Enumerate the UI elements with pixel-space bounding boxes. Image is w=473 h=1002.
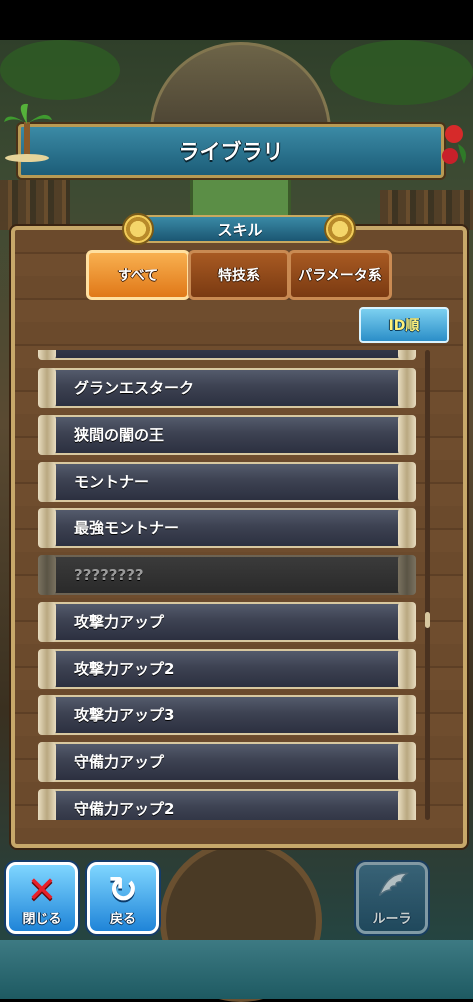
- scroll-end-icon: [398, 555, 416, 595]
- list-item[interactable]: 狭間の闇の王: [38, 415, 416, 455]
- list-item-partial: [38, 350, 416, 360]
- skill-name: 守備力アップ: [74, 753, 165, 771]
- list-item[interactable]: 守備力アップ2: [38, 789, 416, 820]
- scroll-end-icon: [38, 742, 56, 782]
- close-button[interactable]: ✕ 閉じる: [6, 862, 78, 934]
- tab-label: すべて: [117, 268, 159, 284]
- sort-label: ID順: [388, 318, 420, 334]
- right-gear-icon: [324, 213, 356, 245]
- skill-name: モントナー: [74, 473, 150, 491]
- background-foliage: [330, 40, 473, 105]
- tab-parameters[interactable]: パラメータ系: [288, 250, 392, 300]
- scrollbar-thumb[interactable]: [425, 612, 430, 628]
- scroll-end-icon: [398, 649, 416, 689]
- rura-button[interactable]: ルーラ: [356, 862, 428, 934]
- skill-name: 最強モントナー: [74, 519, 180, 537]
- list-item[interactable]: モントナー: [38, 462, 416, 502]
- scroll-end-icon: [38, 415, 56, 455]
- left-gear-icon: [122, 213, 154, 245]
- tab-label: 特技系: [218, 268, 260, 284]
- section-label: スキル: [217, 220, 263, 239]
- tab-special-skills[interactable]: 特技系: [188, 250, 290, 300]
- skill-name: 攻撃力アップ3: [74, 706, 175, 724]
- scroll-end-icon: [38, 462, 56, 502]
- skill-name: グランエスターク: [74, 379, 195, 397]
- skill-name: 守備力アップ2: [74, 800, 175, 818]
- section-banner: スキル: [140, 215, 340, 243]
- list-scrollbar[interactable]: [425, 350, 430, 820]
- list-item[interactable]: 攻撃力アップ3: [38, 695, 416, 735]
- tab-label: パラメータ系: [298, 268, 382, 284]
- background-foliage: [0, 40, 120, 100]
- sort-button[interactable]: ID順: [359, 307, 449, 343]
- close-label: 閉じる: [22, 912, 62, 927]
- list-item-locked[interactable]: ????????: [38, 555, 416, 595]
- list-item[interactable]: 守備力アップ: [38, 742, 416, 782]
- scroll-end-icon: [398, 508, 416, 548]
- rura-label: ルーラ: [372, 912, 412, 927]
- scroll-end-icon: [38, 508, 56, 548]
- scroll-end-icon: [398, 789, 416, 820]
- back-button[interactable]: ↻ 戻る: [87, 862, 159, 934]
- skill-name: ????????: [74, 566, 144, 584]
- skill-list[interactable]: グランエスターク 狭間の闇の王 モントナー 最強モントナー ???????? 攻…: [38, 350, 420, 820]
- background-bookshelf: [0, 180, 70, 230]
- scroll-end-icon: [398, 742, 416, 782]
- palm-tree-icon: [4, 103, 52, 162]
- scroll-end-icon: [38, 695, 56, 735]
- skill-name: 攻撃力アップ: [74, 613, 165, 631]
- page-title: ライブラリ: [178, 140, 284, 164]
- list-item[interactable]: 攻撃力アップ2: [38, 649, 416, 689]
- scroll-end-icon: [398, 462, 416, 502]
- scroll-end-icon: [398, 350, 416, 360]
- skill-name: 攻撃力アップ2: [74, 660, 175, 678]
- flower-icon: [442, 125, 466, 164]
- list-item[interactable]: グランエスターク: [38, 368, 416, 408]
- scroll-end-icon: [38, 649, 56, 689]
- list-item[interactable]: 攻撃力アップ: [38, 602, 416, 642]
- x-icon: ✕: [26, 870, 58, 911]
- list-item[interactable]: 最強モントナー: [38, 508, 416, 548]
- scroll-end-icon: [38, 368, 56, 408]
- scroll-end-icon: [38, 789, 56, 820]
- scroll-end-icon: [38, 602, 56, 642]
- scroll-end-icon: [38, 350, 56, 360]
- scroll-end-icon: [398, 368, 416, 408]
- scroll-end-icon: [38, 555, 56, 595]
- back-label: 戻る: [109, 912, 136, 927]
- scroll-end-icon: [398, 695, 416, 735]
- return-arrow-icon: ↻: [107, 870, 139, 911]
- background-water: [0, 940, 473, 999]
- skill-name: 狭間の闇の王: [74, 426, 165, 444]
- scroll-end-icon: [398, 415, 416, 455]
- library-title-bar: ライブラリ: [18, 124, 444, 178]
- background-bookshelf: [380, 190, 473, 230]
- scroll-end-icon: [398, 602, 416, 642]
- tab-all[interactable]: すべて: [86, 250, 190, 300]
